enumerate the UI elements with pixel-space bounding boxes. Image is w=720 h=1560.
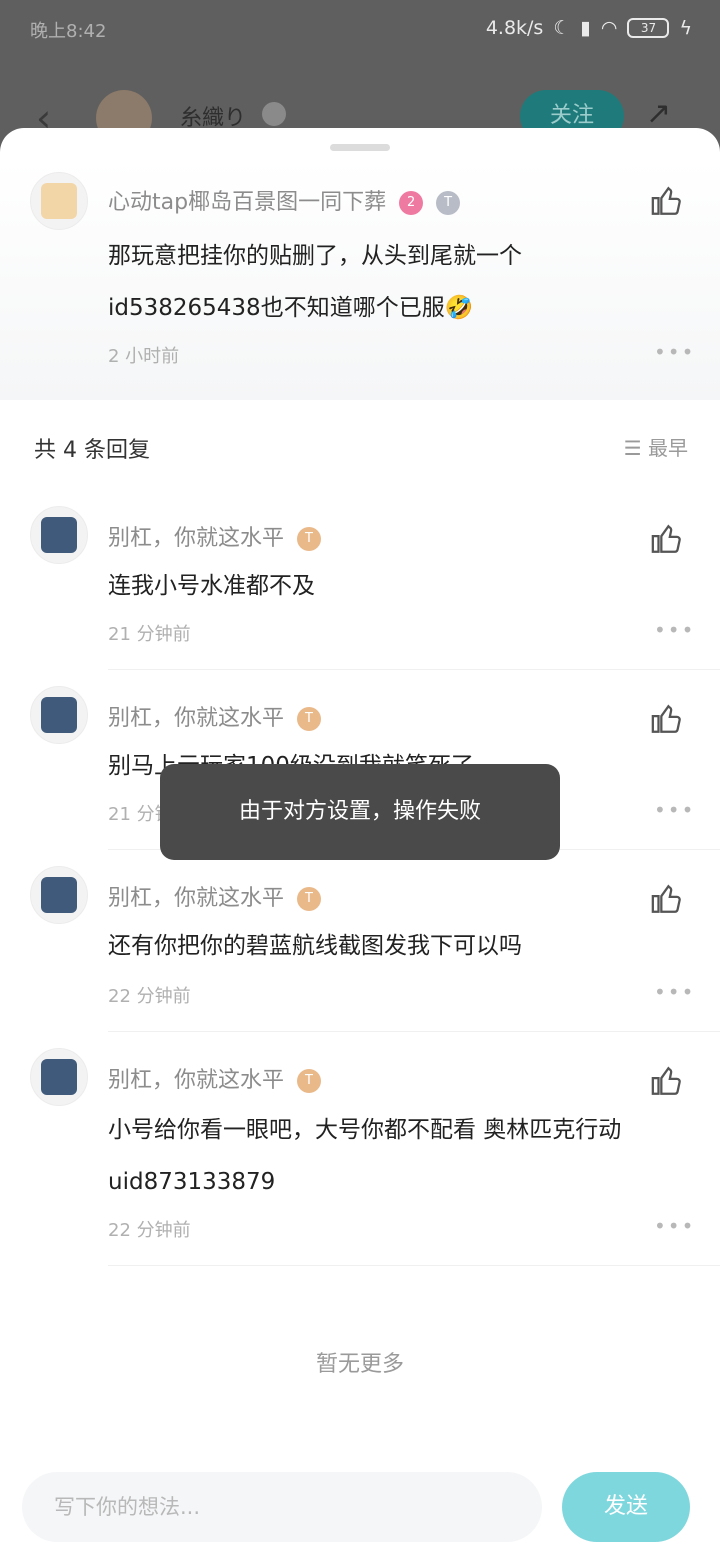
comment-composer: 写下你的想法... 发送: [0, 1452, 720, 1560]
charging-icon: ϟ: [679, 17, 692, 39]
reply-username[interactable]: 别杠，你就这水平 T: [108, 1062, 322, 1094]
sort-icon: ☰: [623, 436, 642, 460]
content-line: 连我小号水准都不及: [108, 573, 315, 599]
like-icon[interactable]: [650, 702, 684, 736]
network-speed: 4.8k/s: [485, 17, 544, 39]
comment-time: 2 小时前: [108, 346, 180, 367]
comment-input[interactable]: 写下你的想法...: [22, 1472, 542, 1542]
reply-time: 22 分钟前: [108, 986, 191, 1007]
reply-item: 别杠，你就这水平 T 小号给你看一眼吧，大号你都不配看 奥林匹克行动 uid87…: [0, 1032, 720, 1266]
number-badge-icon: 2: [399, 191, 424, 215]
comment-content: 那玩意把挂你的贴删了，从头到尾就一个 id538265438也不知道哪个已服🤣: [108, 230, 698, 334]
username-text: 别杠，你就这水平: [108, 886, 285, 911]
level-badge-icon: [262, 102, 286, 126]
main-comment: 心动tap椰岛百景图一同下葬 2 T 那玩意把挂你的贴删了，从头到尾就一个 id…: [0, 160, 720, 400]
comment-username[interactable]: 心动tap椰岛百景图一同下葬 2 T: [108, 184, 461, 216]
more-options-icon[interactable]: •••: [654, 798, 695, 822]
content-line: uid873133879: [108, 1169, 276, 1195]
reply-time: 21 分钟前: [108, 624, 191, 645]
content-line: id538265438也不知道哪个已服🤣: [108, 295, 474, 321]
more-options-icon[interactable]: •••: [654, 340, 695, 364]
reply-username[interactable]: 别杠，你就这水平 T: [108, 880, 322, 912]
username-text: 别杠，你就这水平: [108, 1068, 285, 1093]
signal-icon: ▮: [580, 17, 591, 39]
reply-time: 22 分钟前: [108, 1220, 191, 1241]
avatar[interactable]: [30, 866, 88, 924]
status-time: 晚上8:42: [30, 21, 107, 42]
wifi-icon: ◠: [600, 17, 618, 39]
username-text: 别杠，你就这水平: [108, 526, 285, 551]
reply-count: 共 4 条回复: [34, 438, 150, 463]
sort-label: 最早: [648, 436, 688, 460]
more-options-icon[interactable]: •••: [654, 980, 695, 1004]
reply-content: 还有你把你的碧蓝航线截图发我下可以吗: [108, 920, 522, 972]
battery-icon: 37: [627, 18, 670, 38]
send-button[interactable]: 发送: [562, 1472, 690, 1542]
like-icon[interactable]: [650, 522, 684, 556]
reply-content: 连我小号水准都不及: [108, 560, 315, 612]
status-bar: 晚上8:42 4.8k/s ☾ ▮ ◠ 37 ϟ: [0, 0, 720, 62]
content-line: 还有你把你的碧蓝航线截图发我下可以吗: [108, 933, 522, 959]
toast-message: 由于对方设置，操作失败: [160, 764, 560, 860]
reply-item: 别杠，你就这水平 T 连我小号水准都不及 21 分钟前 •••: [0, 490, 720, 670]
level-badge-icon: T: [297, 527, 322, 551]
avatar[interactable]: [30, 686, 88, 744]
replies-header: 共 4 条回复 ☰ 最早: [0, 400, 720, 490]
level-badge-icon: T: [297, 1069, 322, 1093]
share-icon[interactable]: ↗: [646, 96, 671, 131]
content-line: 小号给你看一眼吧，大号你都不配看 奥林匹克行动: [108, 1117, 622, 1143]
status-right: 4.8k/s ☾ ▮ ◠ 37 ϟ: [486, 17, 692, 39]
reply-username[interactable]: 别杠，你就这水平 T: [108, 520, 322, 552]
level-badge-icon: T: [297, 887, 322, 911]
like-icon[interactable]: [650, 184, 684, 218]
avatar[interactable]: [30, 506, 88, 564]
username-text: 别杠，你就这水平: [108, 706, 285, 731]
divider: [108, 1265, 720, 1266]
content-line: 那玩意把挂你的贴删了，从头到尾就一个: [108, 243, 522, 269]
sort-button[interactable]: ☰ 最早: [624, 432, 688, 461]
avatar[interactable]: [30, 172, 88, 230]
no-more-label: 暂无更多: [315, 1352, 404, 1377]
reply-content: 小号给你看一眼吧，大号你都不配看 奥林匹克行动 uid873133879: [108, 1104, 698, 1208]
reply-item: 别杠，你就这水平 T 还有你把你的碧蓝航线截图发我下可以吗 22 分钟前 •••: [0, 850, 720, 1032]
like-icon[interactable]: [650, 1064, 684, 1098]
level-badge-icon: T: [297, 707, 322, 731]
more-options-icon[interactable]: •••: [654, 1214, 695, 1238]
avatar[interactable]: [30, 1048, 88, 1106]
like-icon[interactable]: [650, 882, 684, 916]
drag-handle[interactable]: [330, 144, 390, 151]
moon-icon: ☾: [553, 17, 571, 39]
more-options-icon[interactable]: •••: [654, 618, 695, 642]
reply-username[interactable]: 别杠，你就这水平 T: [108, 700, 322, 732]
username-text: 心动tap椰岛百景图一同下葬: [108, 190, 387, 215]
level-badge-icon: T: [436, 191, 461, 215]
